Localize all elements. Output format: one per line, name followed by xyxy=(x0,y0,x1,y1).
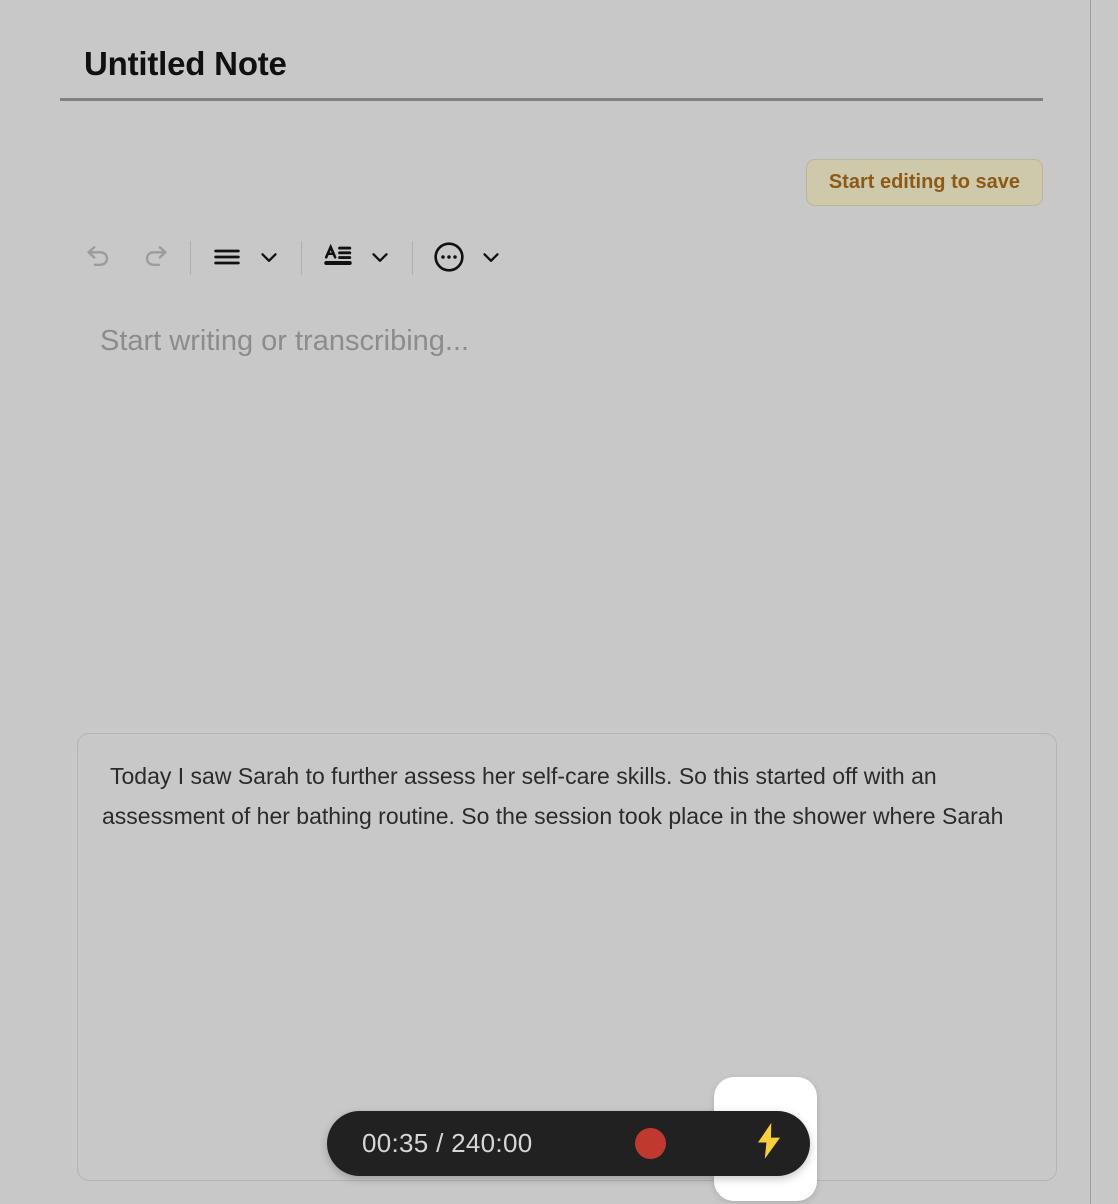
chevron-down-icon xyxy=(478,244,504,273)
toolbar-divider-1 xyxy=(190,241,191,275)
title-divider xyxy=(60,98,1043,101)
redo-icon xyxy=(141,242,171,275)
circle-ellipsis-icon xyxy=(432,240,466,277)
page-title[interactable]: Untitled Note xyxy=(60,44,1043,84)
undo-icon xyxy=(83,242,113,275)
toolbar-divider-2 xyxy=(301,241,302,275)
editor-placeholder: Start writing or transcribing... xyxy=(100,325,470,357)
recording-timer: 00:35 / 240:00 xyxy=(362,1128,533,1158)
transcript-text: Today I saw Sarah to further assess her … xyxy=(102,763,1004,829)
note-editor-page: Untitled Note Start editing to save Star… xyxy=(0,0,1090,1204)
lightning-bolt-icon xyxy=(752,1121,786,1166)
undo-button[interactable] xyxy=(76,236,120,280)
text-style-dropdown[interactable] xyxy=(360,236,400,280)
text-style-button[interactable] xyxy=(316,236,360,280)
redo-button[interactable] xyxy=(134,236,178,280)
text-format-a-icon xyxy=(321,240,355,277)
stop-record-button[interactable] xyxy=(635,1128,666,1159)
more-dropdown[interactable] xyxy=(471,236,511,280)
align-lines-icon xyxy=(211,241,243,276)
title-block: Untitled Note xyxy=(60,44,1043,101)
more-button[interactable] xyxy=(427,236,471,280)
align-button[interactable] xyxy=(205,236,249,280)
formatting-toolbar xyxy=(76,232,511,284)
chevron-down-icon xyxy=(256,244,282,273)
recording-controls: 00:35 / 240:00 xyxy=(327,1077,824,1204)
toolbar-divider-3 xyxy=(412,241,413,275)
recorder-pill: 00:35 / 240:00 xyxy=(327,1111,810,1176)
note-editor-body[interactable]: Start writing or transcribing... xyxy=(76,322,1036,692)
boost-button[interactable] xyxy=(727,1111,810,1176)
scroll-container-edge xyxy=(1090,0,1091,1204)
align-dropdown[interactable] xyxy=(249,236,289,280)
save-status-row: Start editing to save xyxy=(0,159,1043,206)
chevron-down-icon xyxy=(367,244,393,273)
save-status-badge[interactable]: Start editing to save xyxy=(805,159,1043,206)
